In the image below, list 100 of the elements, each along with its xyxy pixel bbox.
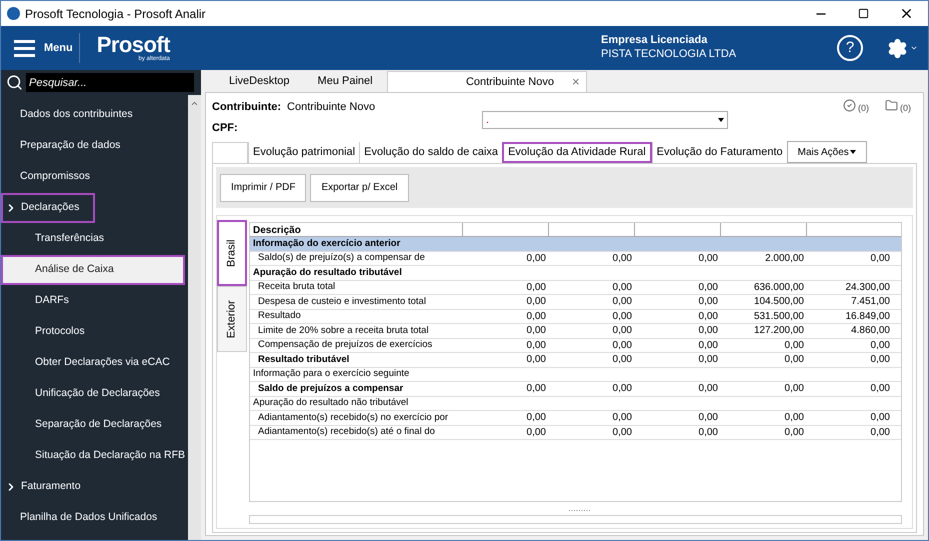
row-label: Resultado tributável [257,352,350,367]
scrollbar[interactable] [188,95,201,540]
splitter-handle[interactable]: ......... [249,504,910,514]
sidebar-item[interactable]: DARFs [1,286,185,316]
table-cell-text: 0,00 [698,280,719,295]
table-cell-text: 0,00 [526,338,547,353]
table-cell-text: 0,00 [784,353,805,368]
check-icon[interactable] [843,99,856,112]
check-count: (0) [858,102,869,115]
table-cell-text: 0,00 [526,295,547,310]
row-label: Informação para o exercício seguinte [252,367,410,382]
table-cell-text: 0,00 [698,252,719,266]
sidebar-item[interactable]: Dados dos contribuintes [1,100,185,130]
sidebar-item[interactable]: Protocolos [1,317,185,347]
table-cell-text: 0,00 [870,353,891,368]
caret-icon[interactable] [910,44,918,52]
table-cell-text: 0,00 [612,324,633,338]
menu-icon[interactable] [14,40,35,56]
table-cell-text: 0,00 [698,338,719,353]
document-tab[interactable]: Meu Painel [304,71,387,92]
field-label: CPF: [212,120,239,136]
table-cell-text: 0,00 [698,310,719,324]
table-cell-text: 0,00 [526,353,547,368]
sidebar-item[interactable]: Planilha de Dados Unificados [1,503,185,533]
table-cell-text: 0,00 [612,382,633,396]
table-cell-text: 0,00 [526,324,547,338]
folder-count: (0) [900,102,911,115]
search-field[interactable]: Pesquisar... [26,73,194,92]
company-name: PISTA TECNOLOGIA LTDA [601,48,738,62]
more-actions-dropdown[interactable]: Mais Ações [786,141,867,163]
maximize-icon[interactable] [858,8,869,19]
sidebar-item[interactable]: Unificação de Declarações [1,379,185,409]
row-label: Despesa de custeio e investimento total [257,294,426,309]
row-label: Resultado [257,309,301,324]
side-tab[interactable]: Exterior [217,286,247,352]
table-cell-text: 531.500,00 [752,310,805,324]
company-label: Empresa Licenciada [601,34,708,48]
table-cell-text: 0,00 [784,382,805,396]
table-cell-text: 0,00 [870,426,891,440]
row-label: Receita bruta total [257,280,336,294]
table-cell-text: 0,00 [698,324,719,338]
scroll-up-icon[interactable] [190,99,199,108]
toolbar-button[interactable]: Imprimir / PDF [220,174,306,202]
sidebar-item[interactable]: Compromissos [1,162,185,192]
table-cell-text: 0,00 [526,382,547,396]
row-label: Adiantamento(s) recebido(s) até o final do [257,425,435,440]
table-cell-text: 0,00 [870,338,891,353]
row-label: Saldo(s) de prejuízo(s) a compensar de [257,251,425,266]
table-cell-text: 16.849,00 [844,310,891,324]
table-cell-text: 0,00 [698,353,719,368]
sidebar-item[interactable]: Obter Declarações via eCAC [1,348,185,378]
table-cell-text: 636.000,00 [752,280,805,295]
table-cell-text: 0,00 [612,426,633,440]
cpf-select[interactable]: . [482,111,728,129]
table-cell-text: 127.200,00 [752,324,805,338]
sidebar-item[interactable]: Preparação de dados [1,131,185,161]
close-icon[interactable] [899,6,914,21]
table-cell-text: 104.500,00 [752,295,805,310]
table-cell-text: 0,00 [526,252,547,266]
field-label: Contribuinte: [212,100,282,115]
close-tab-button[interactable]: × [572,72,580,92]
sidebar-item[interactable]: Situação da Declaração na RFB [1,441,185,471]
table-cell-text: 0,00 [612,295,633,310]
search-icon [6,74,23,91]
sidebar-item[interactable]: Análise de Caixa [1,255,185,285]
toolbar-button[interactable]: Exportar p/ Excel [310,174,409,202]
table-cell-text: 0,00 [784,411,805,426]
table-cell-text: 0,00 [526,411,547,426]
row-label: Saldo de prejuízos a compensar [257,382,404,396]
folder-icon[interactable] [885,99,898,112]
table-cell-text: 0,00 [870,411,891,426]
table-cell-text: 0,00 [526,310,547,324]
menu-label[interactable]: Menu [44,40,73,56]
table-cell-text: 2.000,00 [764,252,805,266]
sidebar-item[interactable]: Transferências [1,224,185,254]
table-cell-text: 0,00 [612,280,633,295]
row-label: Apuração do resultado não tributável [252,396,408,410]
table-cell-text: 0,00 [612,353,633,368]
table-cell-text: 0,00 [612,338,633,353]
column-header: Descrição [252,224,302,236]
row-label: Adiantamento(s) recebido(s) no exercício por [257,410,448,425]
help-button[interactable]: ? [837,35,863,61]
app-icon [7,7,20,20]
side-tab[interactable]: Brasil [217,220,247,286]
sidebar-item[interactable]: Faturamento [1,472,185,502]
sidebar-item[interactable]: Declarações [1,193,95,223]
tab[interactable]: Evolução da Atividade Rural [502,142,652,163]
table-cell-text: 0,00 [784,338,805,353]
sidebar-item[interactable]: Separação de Declarações [1,410,185,440]
settings-icon[interactable] [887,38,908,58]
table-cell-text: 0,00 [698,295,719,310]
table-cell-text: 7.451,00 [850,295,891,310]
logo: Prosoft [96,34,170,56]
document-tab[interactable]: Contribuinte Novo × [386,71,587,92]
document-tab[interactable]: LiveDesktop [215,71,304,92]
row-label: Limite de 20% sobre a receita bruta total [257,324,429,338]
table-cell-text: 24.300,00 [844,280,891,295]
table-cell-text: 0,00 [612,252,633,266]
window-title: Prosoft Tecnologia - Prosoft Analir [25,6,206,22]
table-cell-text: 0,00 [526,280,547,295]
